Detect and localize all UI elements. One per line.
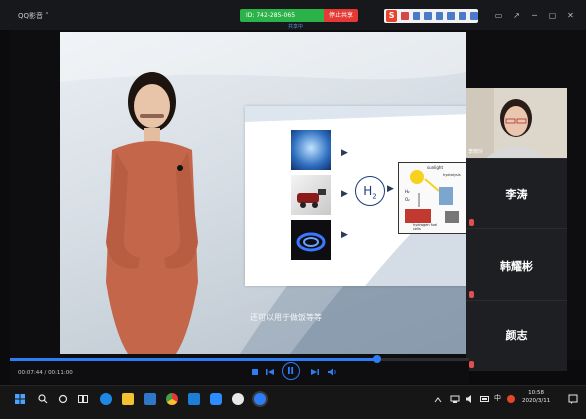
arrow-icon: ▶ [341,189,348,199]
meeting-id-label[interactable]: ID: 742-285-065 [240,9,324,22]
edge-browser-icon[interactable] [100,393,112,405]
battery-icon[interactable] [480,394,490,404]
tray-app-icon[interactable] [506,394,516,404]
gas-flame-image [291,220,331,260]
player-control-bar [10,361,469,384]
h2-subscript-text: 2 [372,192,377,201]
participant-tile[interactable]: 李涛 [466,158,567,229]
hydrogen-symbol: H2 [355,176,385,206]
ime-voice-icon[interactable] [424,12,432,20]
pause-button[interactable] [282,362,300,380]
total-time: 00:11:00 [48,370,73,376]
arrow-icon: ▶ [387,184,394,194]
speaker-icon[interactable] [466,394,476,404]
network-icon[interactable] [450,394,460,404]
participant-tile[interactable]: 韩耀彬 [466,228,567,301]
current-time: 00:07:44 [18,370,43,376]
next-icon[interactable] [311,368,319,376]
share-status-text: 共享中 [288,24,304,30]
windows-start-icon[interactable] [15,394,25,404]
ime-keyboard-icon[interactable] [435,12,444,20]
progress-fill [10,358,378,361]
ime-skin-icon[interactable] [447,12,455,20]
hydrogen-cycle-diagram: sunlight hydrolysis H₂ O₂ hydrogen fuel … [398,162,470,234]
chrome-icon[interactable] [166,393,178,405]
minimize-icon[interactable]: ─ [530,11,539,20]
h2-symbol-text: H [363,184,373,198]
mic-muted-icon [469,219,474,226]
ime-punct-icon[interactable] [412,12,421,20]
mail-icon[interactable] [144,393,156,405]
task-view-icon[interactable] [78,394,88,404]
camera-participant-name: 李晓玲 [468,149,484,155]
presentation-slide: ▶ ▶ ▶ H2 ▶ sunlight hydrolysis H₂ O₂ hyd… [245,106,471,286]
close-icon[interactable]: ✕ [566,11,575,20]
ime-menu-icon[interactable] [470,12,479,20]
previous-icon[interactable] [266,368,274,376]
arrow-icon: ▶ [341,148,348,158]
clock-date: 2020/3/11 [522,398,551,404]
app-title-menu[interactable]: QQ影音 ˅ [18,11,49,21]
diagram-label: hydrogen fuel cells [413,223,438,231]
ime-chinese-icon[interactable] [401,12,409,20]
diagram-label: O₂ [405,197,410,202]
meeting-status-pill: ID: 742-285-065 停止共享 [240,9,358,22]
diagram-label: hydrolysis [443,173,461,177]
notification-icon[interactable] [568,394,578,404]
system-clock[interactable]: 10:58 2020/3/11 [522,389,550,405]
stop-share-button[interactable]: 停止共享 [323,9,358,22]
share-window-icon[interactable]: ↗ [512,11,521,20]
store-icon[interactable] [188,393,200,405]
arrow-icon: ▶ [341,230,348,240]
participant-name: 韩耀彬 [500,260,533,273]
panda-app-icon[interactable] [232,393,244,405]
car-plug-image [291,175,331,215]
mic-muted-icon [469,291,474,298]
participant-name: 李涛 [505,188,528,201]
app-icon[interactable] [210,393,222,405]
file-explorer-icon[interactable] [122,393,134,405]
volume-icon[interactable] [328,368,337,376]
participant-name: 颜志 [505,329,528,342]
stop-icon[interactable] [252,369,258,375]
ime-toolbox-icon[interactable] [458,12,467,20]
window-controls: ▭ ↗ ─ ▢ ✕ [494,11,575,20]
clock-time: 10:58 [528,390,545,396]
participant-tile[interactable]: 颜志 [466,300,567,371]
ime-toolbar[interactable]: S [384,9,479,23]
pause-icon [288,367,294,374]
qq-player-icon[interactable] [254,393,266,405]
playback-time: 00:07:44 / 00:11:00 [18,370,73,376]
video-subtitle: 还可以用于做饭等等 [250,313,322,322]
ime-logo-icon[interactable]: S [386,10,398,22]
tray-ime-indicator[interactable]: 中 [494,393,501,403]
diagram-label: sunlight [427,165,444,170]
mini-mode-icon[interactable]: ▭ [494,11,503,20]
diagram-label: H₂ [405,189,410,194]
search-icon[interactable] [38,394,48,404]
tray-chevron-icon[interactable] [434,396,442,404]
maximize-icon[interactable]: ▢ [548,11,557,20]
water-image [291,130,331,170]
mic-muted-icon [469,361,474,368]
cortana-icon[interactable] [58,394,68,404]
